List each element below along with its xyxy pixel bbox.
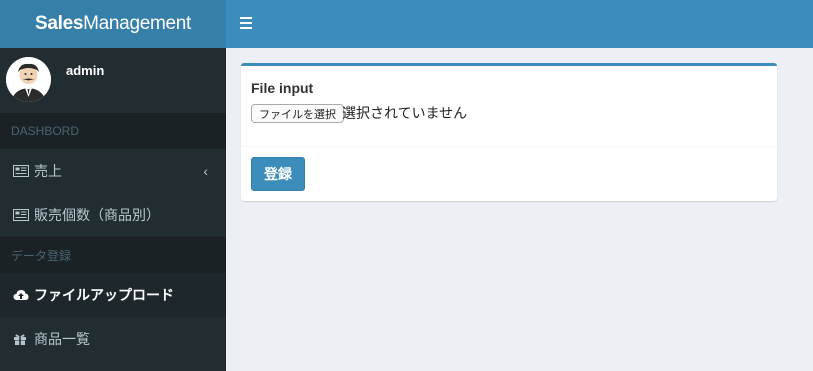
sidebar-item-sales[interactable]: 売上 ‹	[0, 149, 226, 193]
file-upload-box: File input ファイルを選択 選択されていません 登録	[241, 63, 777, 201]
newspaper-icon	[13, 209, 31, 221]
sidebar-section-header-dashbord: DASHBORD	[0, 113, 226, 149]
logo-text: Management	[83, 13, 192, 34]
cloud-upload-icon	[13, 289, 31, 301]
newspaper-icon	[13, 165, 31, 177]
sidebar-item-label: 販売個数（商品別）	[34, 207, 160, 223]
top-navbar	[226, 0, 813, 48]
choose-file-button[interactable]: ファイルを選択	[251, 104, 344, 123]
sidebar-item-file-upload[interactable]: ファイルアップロード	[0, 273, 226, 317]
sidebar-section-header-data-entry: データ登録	[0, 237, 226, 273]
sidebar-item-label: 売上	[34, 163, 62, 179]
avatar	[6, 57, 51, 102]
file-input-label: File input	[251, 80, 314, 96]
register-button[interactable]: 登録	[251, 157, 305, 191]
sidebar-item-label: 商品一覧	[34, 331, 90, 347]
sidebar-item-label: ファイルアップロード	[34, 287, 174, 303]
app-logo[interactable]: Sales Management	[0, 0, 226, 48]
sidebar: admin DASHBORD 売上 ‹ 販売個数（商品別） データ登録 ファイル…	[0, 48, 226, 371]
bars-icon[interactable]	[240, 17, 252, 31]
user-name: admin	[66, 63, 105, 78]
user-panel: admin	[0, 48, 226, 113]
file-status-text: 選択されていません	[342, 105, 468, 121]
logo-bold-text: Sales	[34, 13, 84, 34]
chevron-left-icon: ‹	[203, 163, 208, 179]
sidebar-item-sales-by-product[interactable]: 販売個数（商品別）	[0, 193, 226, 237]
sidebar-item-product-list[interactable]: 商品一覧	[0, 317, 226, 361]
gift-icon	[13, 333, 31, 345]
box-body: File input ファイルを選択 選択されていません	[241, 66, 777, 146]
box-footer: 登録	[241, 146, 777, 201]
